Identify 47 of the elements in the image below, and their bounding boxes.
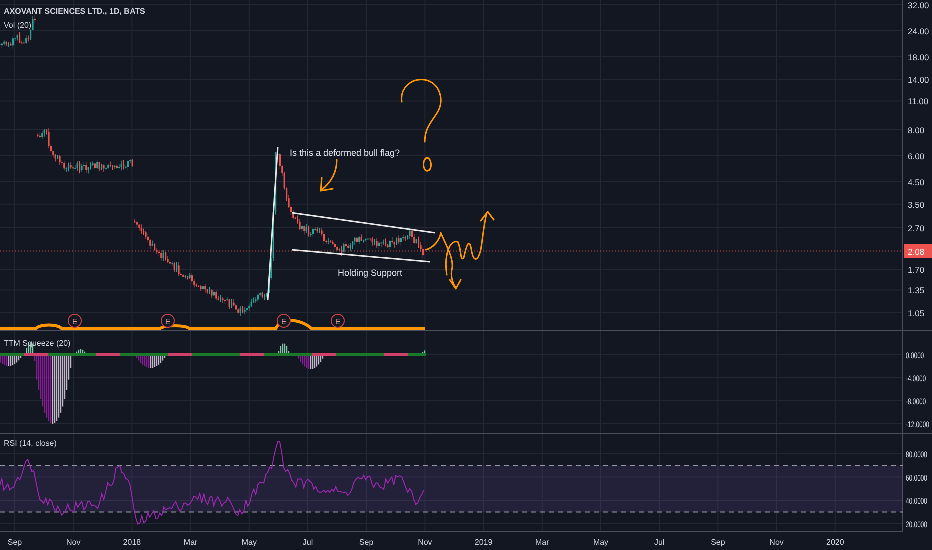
price-axis-label: 2.70 [908,223,925,234]
indicator-axis-label: 0.0000 [906,350,924,361]
annotation-text: Holding Support [338,268,403,278]
price-axis-label: 11.00 [908,96,929,107]
price-axis-label: 24.00 [908,26,930,36]
time-axis-label: Sep [711,538,726,547]
time-axis-label: 2019 [474,538,493,547]
time-axis-label: Mar [536,538,550,547]
time-axis-label: Sep [359,538,374,547]
indicator-label: TTM Squeeze (20) [4,339,71,348]
time-axis-label: 2018 [123,538,142,547]
price-axis-label: 14.00 [908,75,930,85]
indicator-axis-label: 20.0000 [906,519,928,530]
price-axis-label: 6.00 [908,151,925,162]
indicator-axis-label: 40.0000 [906,496,928,506]
earnings-marker[interactable]: E [277,314,291,328]
earnings-marker[interactable]: E [68,314,82,328]
time-axis-label: Nov [66,538,81,547]
indicator-axis-label: -4.0000 [906,373,926,384]
price-axis-label: 1.05 [908,308,925,318]
indicator-axis-label: 60.0000 [906,472,928,484]
indicator-label: RSI (14, close) [4,439,57,448]
time-axis-label: Nov [418,538,432,547]
indicator-axis-label: 80.0000 [906,449,928,460]
time-axis-label: May [242,538,257,547]
indicator-label: Vol (20) [4,21,32,30]
symbol-title: AXOVANT SCIENCES LTD., 1D, BATS [4,7,146,16]
time-axis-label: May [593,538,609,547]
annotation-text: Is this a deformed bull flag? [290,148,400,158]
earnings-marker[interactable]: E [161,314,175,328]
price-axis-label: 3.50 [908,200,925,210]
price-axis-label: 32.00 [908,0,930,11]
time-axis-label: 2020 [826,538,844,547]
price-axis-label: 18.00 [908,52,930,62]
indicator-axis-label: -8.0000 [906,396,926,407]
time-axis-label: Nov [770,538,784,547]
price-axis-label: 1.70 [908,264,925,275]
price-axis-label: 4.50 [908,177,925,188]
indicator-axis-label: -12.0000 [906,419,930,430]
last-price-badge: 2.08 [904,244,932,258]
time-axis-label: Jul [302,538,314,547]
time-axis-label: Jul [654,538,665,547]
time-axis-label: Mar [184,538,198,547]
price-axis-label: 8.00 [908,125,925,136]
price-axis-label: 1.35 [908,286,925,296]
earnings-marker[interactable]: E [331,314,345,328]
time-axis-label: Sep [8,538,22,547]
